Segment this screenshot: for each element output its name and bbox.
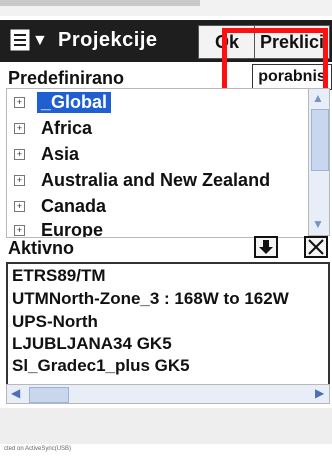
tree-item-label: Canada bbox=[41, 196, 107, 216]
expand-icon[interactable]: + bbox=[14, 175, 25, 186]
window-title: Projekcije bbox=[58, 29, 158, 51]
tree-item-label: Australia and New Zealand bbox=[41, 170, 271, 190]
scroll-thumb[interactable] bbox=[311, 109, 329, 171]
list-item[interactable]: UPS-North bbox=[12, 312, 98, 334]
tree-item-africa[interactable]: + Africa bbox=[7, 117, 309, 141]
tree-item-label: Africa bbox=[41, 118, 93, 138]
menu-icon[interactable] bbox=[10, 29, 30, 51]
add-down-arrow-button[interactable] bbox=[254, 236, 278, 258]
predefined-label: Predefinirano bbox=[8, 68, 125, 88]
dropdown-arrow-icon[interactable]: ▼ bbox=[32, 32, 48, 50]
scroll-down-arrow-icon[interactable]: ▼ bbox=[312, 217, 324, 231]
scroll-thumb[interactable] bbox=[29, 387, 69, 403]
tree-item-label: _Global bbox=[37, 92, 112, 113]
expand-icon[interactable]: + bbox=[14, 201, 25, 212]
expand-icon[interactable]: + bbox=[14, 149, 25, 160]
remove-button[interactable] bbox=[304, 236, 328, 258]
list-item[interactable]: Sl_Gradec1_plus GK5 bbox=[12, 356, 190, 378]
active-horizontal-scrollbar[interactable]: ◀ ▶ bbox=[6, 384, 330, 404]
active-label: Aktivno bbox=[8, 238, 75, 258]
predefined-tree[interactable]: + _Global + Africa + Asia + Australia an… bbox=[6, 88, 310, 238]
tree-item-label: Europe bbox=[41, 220, 104, 238]
close-icon bbox=[308, 239, 324, 255]
list-item[interactable]: LJUBLJANA34 GK5 bbox=[12, 334, 172, 356]
tree-item-label: Asia bbox=[41, 144, 80, 164]
scroll-right-arrow-icon[interactable]: ▶ bbox=[315, 386, 324, 400]
expand-icon[interactable]: + bbox=[14, 225, 25, 236]
footer-note: cted on ActiveSync(USB) bbox=[4, 446, 72, 452]
tree-item-australia-nz[interactable]: + Australia and New Zealand bbox=[7, 169, 309, 193]
expand-icon[interactable]: + bbox=[14, 97, 25, 108]
tree-item-global[interactable]: + _Global bbox=[7, 91, 309, 115]
list-item[interactable]: ETRS89/TM bbox=[12, 266, 106, 288]
bottom-area bbox=[0, 408, 332, 444]
tree-item-asia[interactable]: + Asia bbox=[7, 143, 309, 167]
top-strip-bar bbox=[0, 0, 200, 6]
list-item[interactable]: UTMNorth-Zone_3 : 168W to 162W bbox=[12, 289, 289, 311]
tree-item-canada[interactable]: + Canada bbox=[7, 195, 309, 219]
tree-vertical-scrollbar[interactable]: ▲ ▼ bbox=[308, 88, 330, 236]
expand-icon[interactable]: + bbox=[14, 123, 25, 134]
scroll-left-arrow-icon[interactable]: ◀ bbox=[11, 386, 20, 400]
active-list[interactable]: ETRS89/TM UTMNorth-Zone_3 : 168W to 162W… bbox=[6, 262, 330, 402]
scroll-up-arrow-icon[interactable]: ▲ bbox=[312, 91, 324, 105]
top-strip bbox=[0, 0, 332, 16]
down-arrow-icon bbox=[259, 240, 273, 254]
